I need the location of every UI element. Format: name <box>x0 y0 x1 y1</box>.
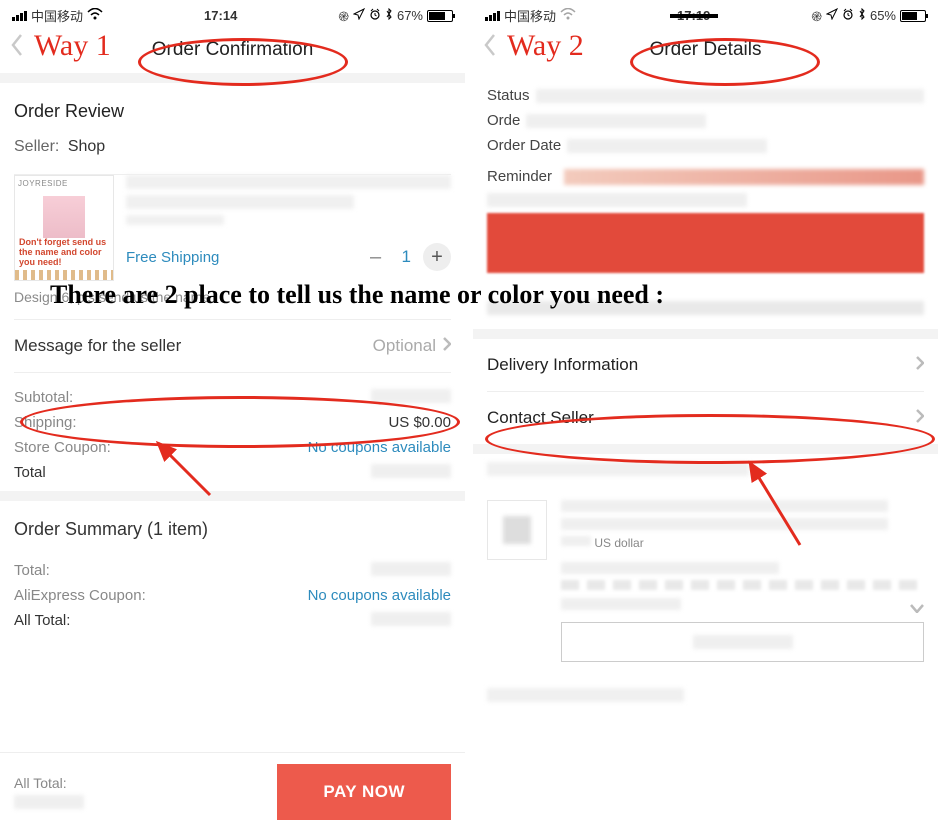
total-label: Total <box>14 464 46 481</box>
pay-bar: All Total: PAY NOW <box>0 752 465 830</box>
bluetooth-icon <box>858 8 866 23</box>
bluetooth-icon <box>385 8 393 23</box>
chevron-right-icon <box>915 355 924 375</box>
shipping-value: US $0.00 <box>388 414 451 431</box>
status-label: Status <box>487 87 530 104</box>
shipping-label: Shipping: <box>14 414 77 431</box>
page-title: Order Confirmation <box>152 39 314 61</box>
currency-note: US dollar <box>561 536 924 552</box>
variant-note: Design 6, pls send us the name <box>0 289 465 319</box>
screenshot-way-1: 中国移动 17:14 ֎ 67% Way 1 Order Confirmatio… <box>0 0 465 830</box>
order-date-label: Order Date <box>487 137 561 154</box>
ali-coupon-label: AliExpress Coupon: <box>14 587 146 604</box>
store-coupon-value: No coupons available <box>308 439 451 456</box>
quantity-value: 1 <box>402 247 411 267</box>
back-button[interactable] <box>10 33 24 64</box>
message-optional: Optional <box>373 336 436 356</box>
loading-icon: ֎ <box>338 7 349 25</box>
order-label: Orde <box>487 112 520 129</box>
paybar-all-total-label: All Total: <box>14 775 84 791</box>
product-title-redacted <box>126 175 451 189</box>
message-for-seller-row[interactable]: Message for the seller Optional <box>0 320 465 372</box>
location-icon <box>353 8 365 23</box>
chevron-right-icon <box>915 408 924 428</box>
quantity-plus-button[interactable]: + <box>423 243 451 271</box>
free-shipping-label: Free Shipping <box>126 249 219 266</box>
ali-coupon-value: No coupons available <box>308 587 451 604</box>
signal-icon <box>12 11 27 21</box>
order-review-heading: Order Review <box>0 83 465 128</box>
alarm-icon <box>369 8 381 23</box>
carrier-text: 中国移动 <box>31 6 83 25</box>
alarm-icon <box>842 8 854 23</box>
pay-now-button[interactable]: PAY NOW <box>277 764 451 820</box>
all-total-label: All Total: <box>14 612 70 629</box>
product-row[interactable]: US dollar <box>473 482 938 662</box>
time-strikethrough <box>670 14 718 18</box>
nav-bar: Way 1 Order Confirmation <box>0 27 465 73</box>
page-title: Order Details <box>650 39 762 61</box>
battery-percent: 67% <box>397 8 423 23</box>
message-label: Message for the seller <box>14 336 181 356</box>
battery-percent: 65% <box>870 8 896 23</box>
product-row[interactable]: JOYRESIDE Don't forget send us the name … <box>0 175 465 289</box>
delivery-info-label: Delivery Information <box>487 355 638 375</box>
action-button-redacted[interactable] <box>561 622 924 662</box>
paybar-amount-redacted <box>14 795 84 809</box>
store-coupon-label: Store Coupon: <box>14 439 111 456</box>
chevron-down-icon[interactable] <box>910 600 924 614</box>
quantity-minus-button[interactable]: – <box>362 243 390 271</box>
carrier-text: 中国移动 <box>504 6 556 25</box>
red-banner-redacted <box>487 213 924 273</box>
way-1-annotation: Way 1 <box>34 29 111 63</box>
way-2-annotation: Way 2 <box>507 29 584 63</box>
status-bar: 中国移动 17:19 ֎ 65% <box>473 0 938 27</box>
status-time: 17:14 <box>103 8 338 23</box>
subtotal-label: Subtotal: <box>14 389 73 406</box>
order-details-block: Status Orde Order Date Reminder <box>473 73 938 285</box>
battery-icon <box>427 10 453 22</box>
reminder-label: Reminder <box>487 168 552 185</box>
subtotal-redacted <box>371 389 451 403</box>
seller-label: Seller: <box>14 138 59 155</box>
delivery-information-row[interactable]: Delivery Information <box>473 339 938 391</box>
signal-icon <box>485 11 500 21</box>
loading-icon: ֎ <box>811 7 822 25</box>
chevron-right-icon <box>442 336 451 356</box>
screenshot-way-2: 中国移动 17:19 ֎ 65% Way 2 Order Details Sta… <box>473 0 938 830</box>
wifi-icon <box>560 8 576 23</box>
summary-total-label: Total: <box>14 562 50 579</box>
contact-seller-label: Contact Seller <box>487 408 594 428</box>
battery-icon <box>900 10 926 22</box>
order-summary-heading: Order Summary (1 item) <box>0 501 465 546</box>
product-thumbnail: JOYRESIDE Don't forget send us the name … <box>14 175 114 281</box>
total-redacted <box>371 464 451 478</box>
seller-name: Shop <box>68 138 105 155</box>
wifi-icon <box>87 8 103 23</box>
status-time: 17:19 <box>576 8 811 23</box>
back-button[interactable] <box>483 33 497 64</box>
location-icon <box>826 8 838 23</box>
status-bar: 中国移动 17:14 ֎ 67% <box>0 0 465 27</box>
product-thumbnail <box>487 500 547 560</box>
nav-bar: Way 2 Order Details <box>473 27 938 73</box>
totals-block: Subtotal: Shipping: US $0.00 Store Coupon… <box>0 373 465 491</box>
contact-seller-row[interactable]: Contact Seller <box>473 392 938 444</box>
seller-row: Seller: Shop <box>0 128 465 174</box>
